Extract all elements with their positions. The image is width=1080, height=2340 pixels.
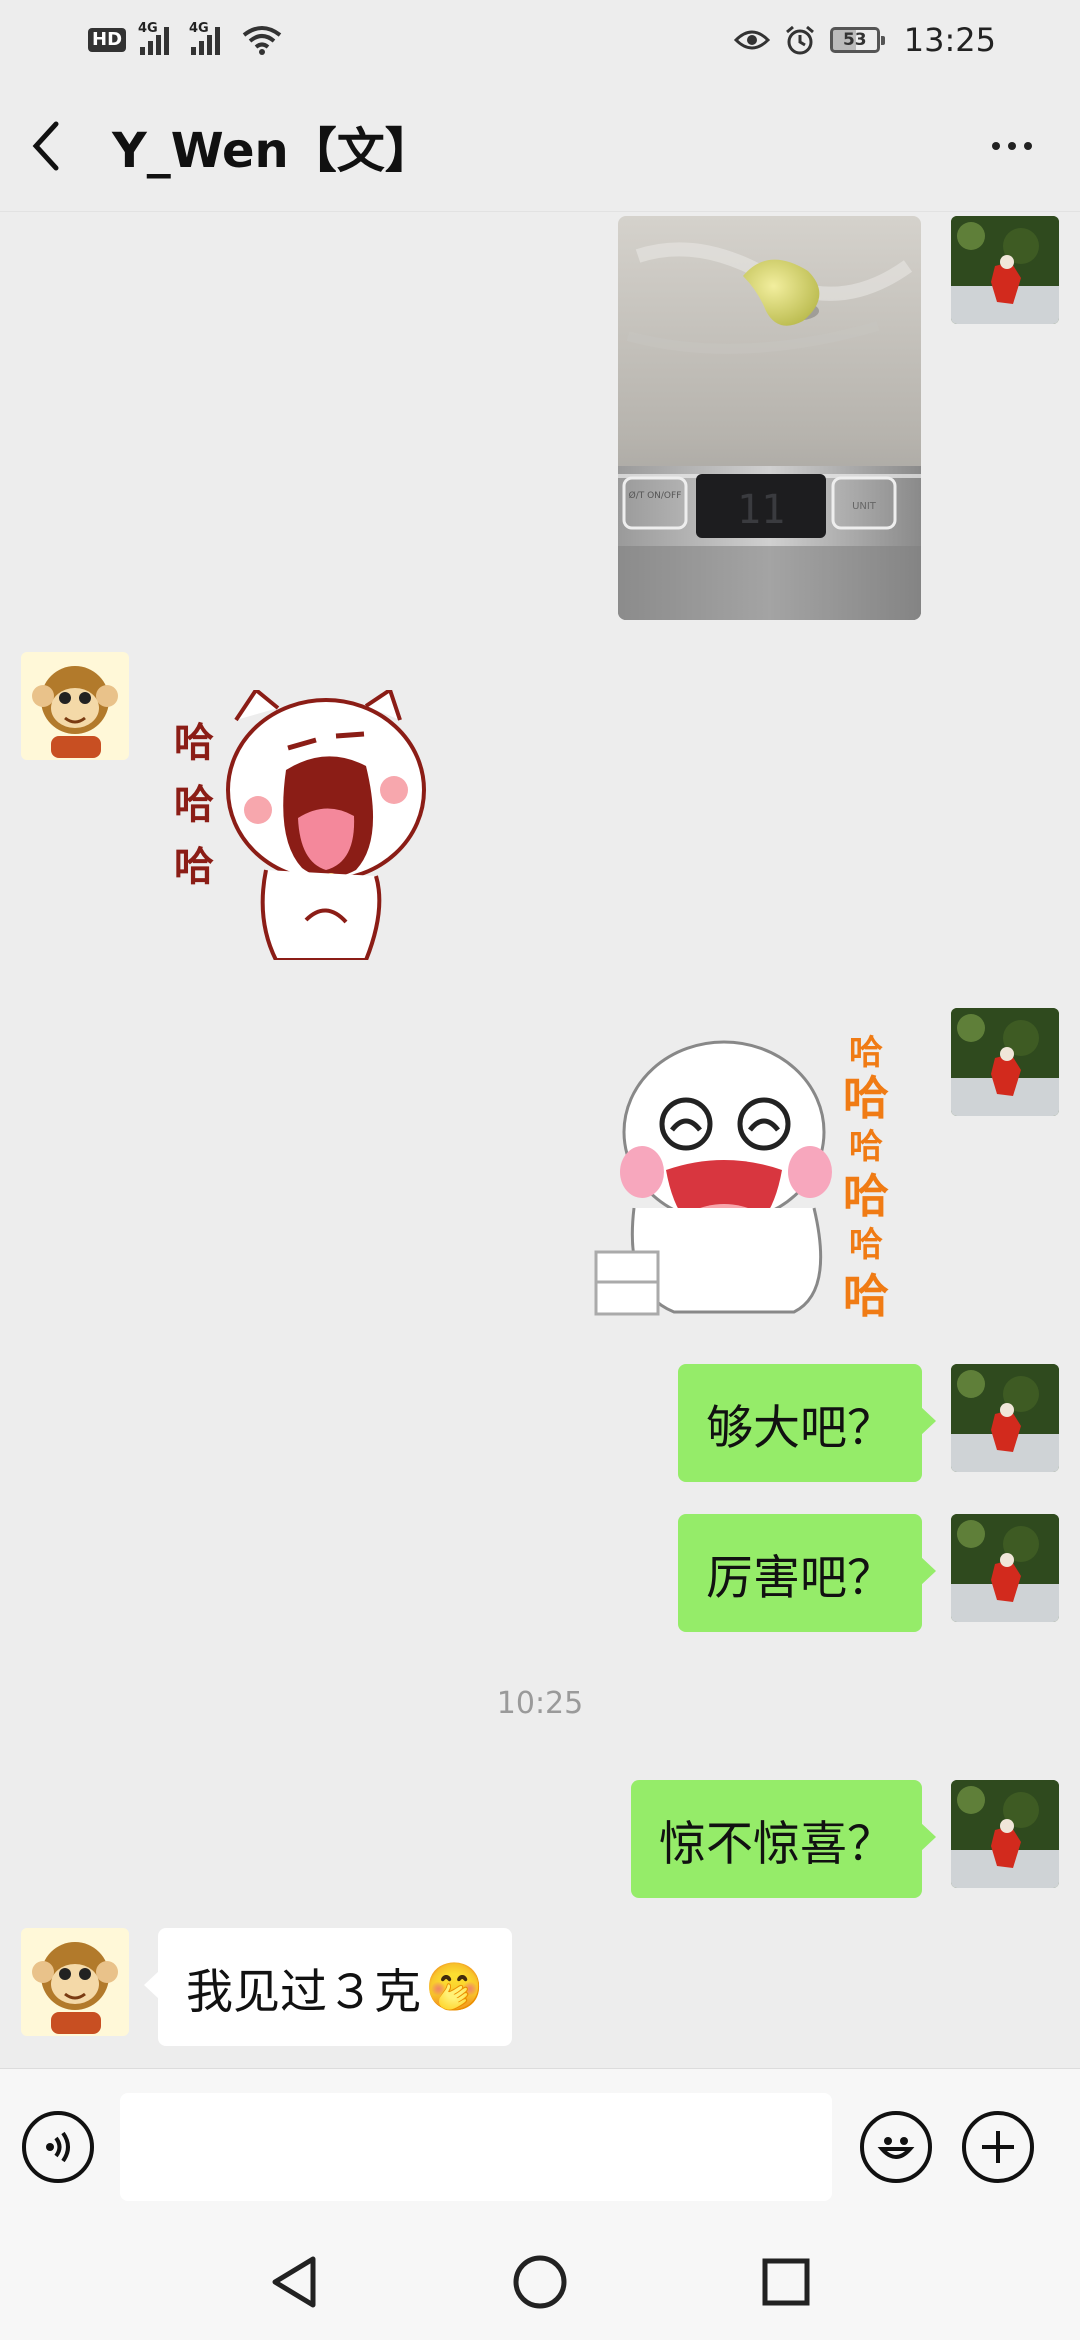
- sticker-caption: 哈: [843, 1071, 889, 1125]
- emoji-button[interactable]: [860, 2110, 932, 2183]
- message-bubble[interactable]: 厉害吧？: [678, 1514, 936, 1632]
- sticker-message[interactable]: 哈 哈 哈: [166, 686, 476, 962]
- nav-back-button[interactable]: [264, 2252, 324, 2312]
- status-bar: HD 4G 4G 53 13:25: [0, 0, 1080, 80]
- sticker-caption: 哈: [843, 1169, 889, 1223]
- status-time: 13:25: [903, 21, 996, 59]
- sticker-caption: 哈: [174, 782, 214, 828]
- scale-display-text: 11: [737, 487, 785, 533]
- message-bubble[interactable]: 惊不惊喜？: [631, 1780, 936, 1898]
- back-triangle-icon: [272, 2256, 316, 2308]
- network-type-label: 4G: [189, 21, 209, 36]
- more-dots-icon: [992, 141, 1000, 150]
- plus-icon: [982, 2130, 1014, 2163]
- message-bubble[interactable]: 我见过３克 🤭: [144, 1928, 512, 2046]
- image-message[interactable]: Ø/T ON/OFF UNIT 11: [618, 216, 921, 620]
- my-avatar[interactable]: [951, 216, 1059, 324]
- network-type-label: 4G: [138, 21, 158, 36]
- my-avatar[interactable]: [951, 1514, 1059, 1622]
- chat-title: Y_Wen【文】: [112, 122, 433, 179]
- scale-unit-label: UNIT: [852, 501, 877, 512]
- message-input[interactable]: [120, 2092, 832, 2201]
- contact-avatar[interactable]: [21, 1928, 129, 2036]
- more-functions-button[interactable]: [962, 2110, 1034, 2183]
- sticker-caption: 哈: [843, 1269, 889, 1322]
- input-bar: [0, 2068, 1080, 2224]
- voice-icon: [46, 2131, 70, 2162]
- voice-button[interactable]: [22, 2110, 94, 2183]
- signal-icon: 4G: [189, 21, 228, 55]
- sticker-caption: 哈: [849, 1127, 883, 1167]
- alarm-icon: [784, 24, 816, 56]
- my-avatar[interactable]: [951, 1780, 1059, 1888]
- scale-tare-label: Ø/T ON/OFF: [629, 490, 682, 501]
- signal-icon: 4G: [138, 21, 177, 55]
- message-text: 我见过３克: [186, 1964, 421, 2020]
- chat-header: Y_Wen【文】: [0, 80, 1080, 212]
- emoji-icon: [877, 2136, 915, 2159]
- message-bubble[interactable]: 够大吧？: [678, 1364, 936, 1482]
- sticker-caption: 哈: [849, 1225, 883, 1265]
- eye-comfort-icon: [733, 28, 770, 52]
- back-button[interactable]: [30, 116, 76, 176]
- sticker-caption: 哈: [849, 1033, 883, 1073]
- more-button[interactable]: [974, 122, 1050, 170]
- my-avatar[interactable]: [951, 1008, 1059, 1116]
- time-divider: 10:25: [496, 1686, 584, 1721]
- message-list[interactable]: Ø/T ON/OFF UNIT 11 哈 哈 哈 哈 哈 哈 哈 哈 哈 够大吧…: [0, 212, 1080, 2068]
- contact-avatar[interactable]: [21, 652, 129, 760]
- hand-over-mouth-emoji: 🤭: [425, 1959, 484, 2015]
- hd-badge: HD: [88, 28, 127, 52]
- sticker-message[interactable]: 哈 哈 哈 哈 哈 哈: [594, 1022, 904, 1323]
- recents-square-icon: [762, 2258, 810, 2306]
- sticker-caption: 哈: [174, 720, 214, 766]
- battery-indicator: 53: [829, 27, 885, 53]
- nav-recents-button[interactable]: [756, 2252, 816, 2312]
- my-avatar[interactable]: [951, 1364, 1059, 1472]
- status-left: HD 4G 4G: [88, 21, 282, 55]
- chevron-left-icon: [32, 121, 59, 170]
- status-right: 53 13:25: [733, 21, 996, 59]
- wifi-icon: [242, 25, 282, 55]
- system-nav-bar: [0, 2224, 1080, 2340]
- home-circle-icon: [513, 2255, 567, 2309]
- sticker-caption: 哈: [174, 844, 214, 890]
- nav-home-button[interactable]: [510, 2252, 570, 2312]
